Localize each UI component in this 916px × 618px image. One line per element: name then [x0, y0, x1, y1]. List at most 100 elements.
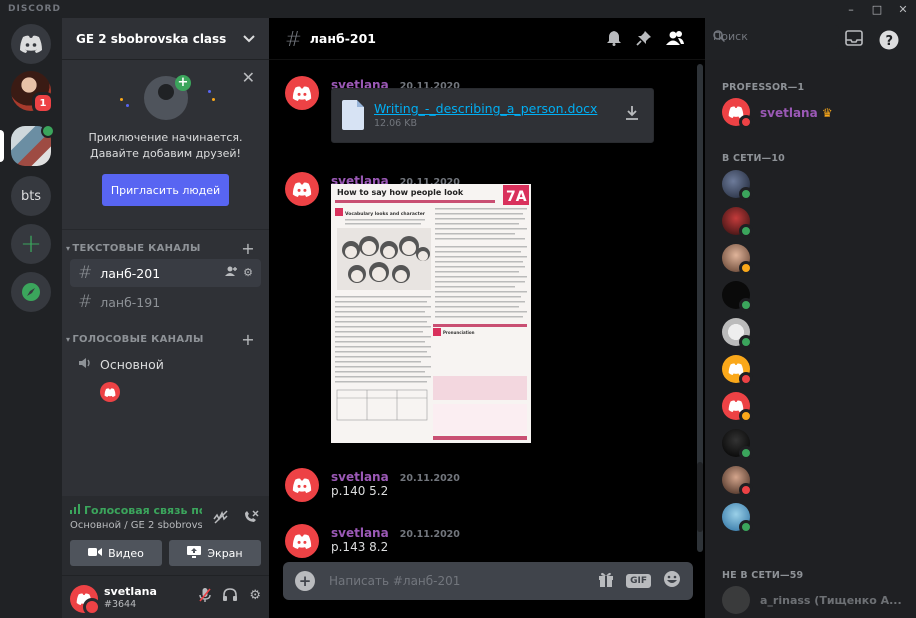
header-toolbar [606, 30, 684, 50]
chevron-down-icon: ▾ [66, 243, 71, 253]
member-avatar[interactable] [722, 466, 753, 497]
bell-icon[interactable] [606, 30, 622, 50]
inbox-icon[interactable] [845, 30, 863, 54]
online-status-icon [739, 298, 753, 312]
file-size: 12.06 KB [374, 118, 417, 129]
member-avatar[interactable] [722, 586, 750, 614]
download-icon[interactable] [625, 105, 639, 125]
member-avatar[interactable] [722, 281, 753, 312]
screen-label: Экран [207, 546, 243, 560]
speaker-icon [78, 357, 92, 372]
channel-lanb-191[interactable]: # ланб-191 [70, 288, 261, 316]
server-icon-bts[interactable]: bts [11, 176, 51, 216]
hash-icon: # [285, 26, 302, 51]
channel-label: Основной [100, 356, 164, 372]
member-list: PROFESSOR—1 svetlana ♛ В СЕТИ—10 НЕ В СЕ… [705, 60, 916, 618]
pin-icon[interactable] [636, 30, 652, 50]
dnd-status-icon [739, 115, 753, 129]
gif-button[interactable]: GIF [626, 574, 651, 588]
member-avatar[interactable] [722, 244, 753, 275]
voice-channel-main[interactable]: Основной [70, 350, 261, 378]
author-avatar[interactable] [285, 172, 319, 206]
user-avatar[interactable] [70, 585, 101, 616]
member-avatar[interactable] [722, 503, 753, 534]
online-status-icon [739, 335, 753, 349]
category-text-channels[interactable]: ▾ ТЕКСТОВЫЕ КАНАЛЫ + [62, 238, 269, 258]
video-button[interactable]: Видео [70, 540, 162, 566]
help-icon[interactable]: ? [879, 30, 899, 54]
message-input[interactable]: Написать #ланб-201 [329, 574, 598, 588]
voice-status-text: Голосовая связь подк [84, 504, 202, 517]
selected-server-indicator [0, 130, 4, 162]
worksheet-page: How to say how people look 7A Vocabulary… [331, 184, 531, 443]
user-panel: svetlana #3644 ⚙ [62, 576, 269, 618]
screen-share-button[interactable]: Экран [169, 540, 261, 566]
gear-icon[interactable]: ⚙ [243, 266, 253, 280]
channel-label: ланб-191 [100, 294, 161, 310]
role-header-online: В СЕТИ—10 [722, 153, 785, 164]
author-name[interactable]: svetlana [331, 526, 389, 540]
member-avatar[interactable] [722, 392, 753, 423]
add-friend-icon: + [175, 75, 191, 91]
category-voice-channels[interactable]: ▾ ГОЛОСОВЫЕ КАНАЛЫ + [62, 329, 269, 349]
add-server-icon[interactable]: + [11, 224, 51, 264]
file-name-link[interactable]: Writing_-_describing_a_person.docx [374, 101, 597, 116]
minimize-button[interactable]: – [838, 0, 864, 18]
disconnect-call-icon[interactable] [243, 510, 259, 528]
guild-header[interactable]: GE 2 sbobrovska class [62, 18, 269, 60]
voice-location[interactable]: Основной / GE 2 sbobrovs... [70, 520, 202, 531]
author-avatar[interactable] [285, 524, 319, 558]
member-avatar[interactable] [722, 355, 753, 386]
message-text: р.140 5.2 [331, 484, 389, 498]
mute-microphone-icon[interactable] [199, 588, 212, 606]
add-channel-icon[interactable]: + [241, 330, 255, 349]
dm-avatar[interactable]: 1 [11, 71, 54, 114]
home-button[interactable] [11, 24, 51, 64]
emoji-icon[interactable] [663, 570, 681, 592]
member-list-icon[interactable] [666, 30, 684, 50]
idle-status-icon [739, 409, 753, 423]
member-name[interactable]: a_rinass (Тищенко А... [760, 594, 902, 607]
upload-plus-icon[interactable]: + [295, 571, 315, 591]
member-avatar[interactable] [722, 170, 753, 201]
voice-active-icon [41, 124, 55, 138]
worksheet-title: How to say how people look [337, 188, 464, 197]
voice-status[interactable]: Голосовая связь подк [70, 504, 202, 517]
member-avatar[interactable] [722, 98, 753, 129]
worksheet-letter: 7A [506, 189, 527, 205]
window-controls: – □ ✕ [838, 0, 916, 18]
document-icon [342, 100, 364, 130]
invite-member-icon[interactable] [225, 266, 238, 280]
dnd-status-icon [83, 598, 101, 616]
settings-gear-icon[interactable]: ⚙ [249, 588, 261, 606]
member-avatar[interactable] [722, 429, 753, 460]
noise-suppression-icon[interactable] [213, 510, 229, 528]
voice-connection-panel: Голосовая связь подк Основной / GE 2 sbo… [62, 496, 269, 576]
author-avatar[interactable] [285, 76, 319, 110]
online-status-icon [739, 520, 753, 534]
server-icon-class[interactable] [11, 124, 55, 166]
author-name[interactable]: svetlana [331, 470, 389, 484]
author-avatar[interactable] [285, 468, 319, 502]
close-window-button[interactable]: ✕ [890, 0, 916, 18]
search-box[interactable]: Поиск [705, 25, 839, 49]
add-channel-icon[interactable]: + [241, 239, 255, 258]
channel-lanb-201[interactable]: # ланб-201 ⚙ [70, 259, 261, 287]
gift-icon[interactable] [598, 571, 614, 591]
voice-user-avatar[interactable] [100, 382, 120, 402]
explore-compass-icon[interactable] [11, 272, 51, 312]
timestamp: 20.11.2020 [399, 473, 460, 484]
member-avatar[interactable] [722, 318, 753, 349]
user-tag: #3644 [104, 599, 137, 610]
headphones-icon[interactable] [223, 588, 238, 606]
scrollbar-thumb[interactable] [697, 462, 703, 532]
invite-people-button[interactable]: Пригласить людей [102, 174, 229, 206]
member-name[interactable]: svetlana ♛ [760, 106, 833, 120]
member-avatar[interactable] [722, 207, 753, 238]
worksheet-image[interactable]: How to say how people look 7A Vocabulary… [331, 184, 531, 443]
svg-text:?: ? [886, 34, 894, 49]
close-icon[interactable]: ✕ [242, 68, 255, 87]
maximize-button[interactable]: □ [864, 0, 890, 18]
camera-icon [88, 547, 103, 560]
online-status-icon [739, 224, 753, 238]
